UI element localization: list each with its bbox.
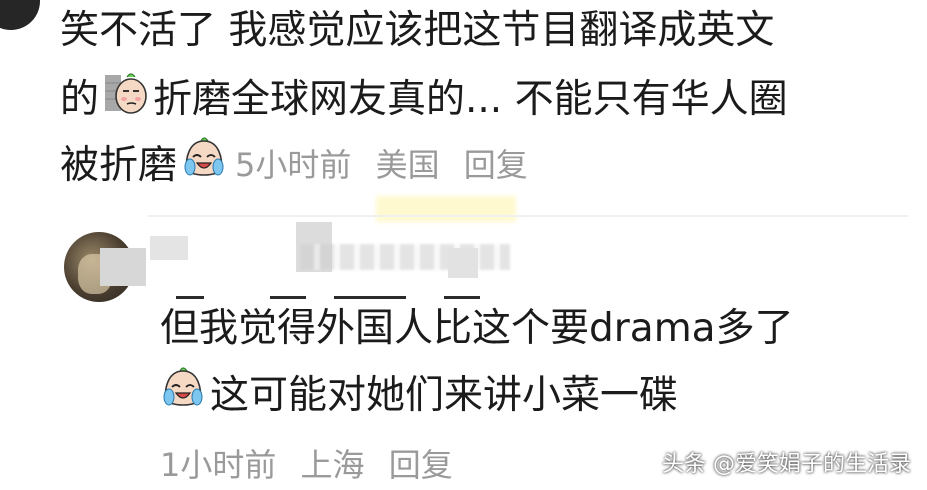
comment-1-line-3: 被折磨 5小时前 美国 回复 [60,135,542,197]
comment-2-line-2: 这可能对她们来讲小菜一碟 [160,365,679,427]
comment-2-line-1: 但我觉得外国人比这个要drama多了 [160,306,794,351]
censor-block [100,248,146,286]
comment-2-time: 1小时前 [160,446,277,484]
comment-1-line-2-start: 的 [60,77,100,122]
comment-1-line-2-end: 折磨全球网友真的... 不能只有华人圈 [153,77,788,122]
comment-1-line-3-text: 被折磨 [60,143,178,188]
smirk-emoji-icon [103,69,149,128]
highlight-mark [376,196,516,222]
comment-1-line-2: 的 折磨全球网友真的... 不能只有华人圈 [60,72,788,131]
redaction-line [444,296,480,299]
comment-1-reply-button[interactable]: 回复 [464,146,528,184]
comment-2-line-2-text: 这可能对她们来讲小菜一碟 [210,373,679,418]
censor-block [150,236,188,260]
comment-2-meta: 1小时前 上海 回复 [160,440,467,486]
laugh-cry-emoji-icon [181,135,227,194]
divider [148,215,908,217]
censor-block [448,248,478,278]
top-avatar[interactable] [0,0,40,30]
comment-2-reply-button[interactable]: 回复 [389,446,453,484]
comment-1-location: 美国 [375,146,440,184]
redaction-line [176,296,204,299]
laugh-cry-emoji-icon [160,365,206,424]
watermark: 头条 @爱笑娟子的生活录 [662,452,911,477]
redaction-line [334,296,406,299]
comment-1-time: 5小时前 [235,146,352,184]
redaction-line [270,296,306,299]
comment-1-meta: 5小时前 美国 回复 [235,140,542,190]
comment-1-line-1: 笑不活了 我感觉应该把这节目翻译成英文 [60,8,775,53]
blurred-username [300,244,510,270]
comment-2-location: 上海 [300,446,365,484]
